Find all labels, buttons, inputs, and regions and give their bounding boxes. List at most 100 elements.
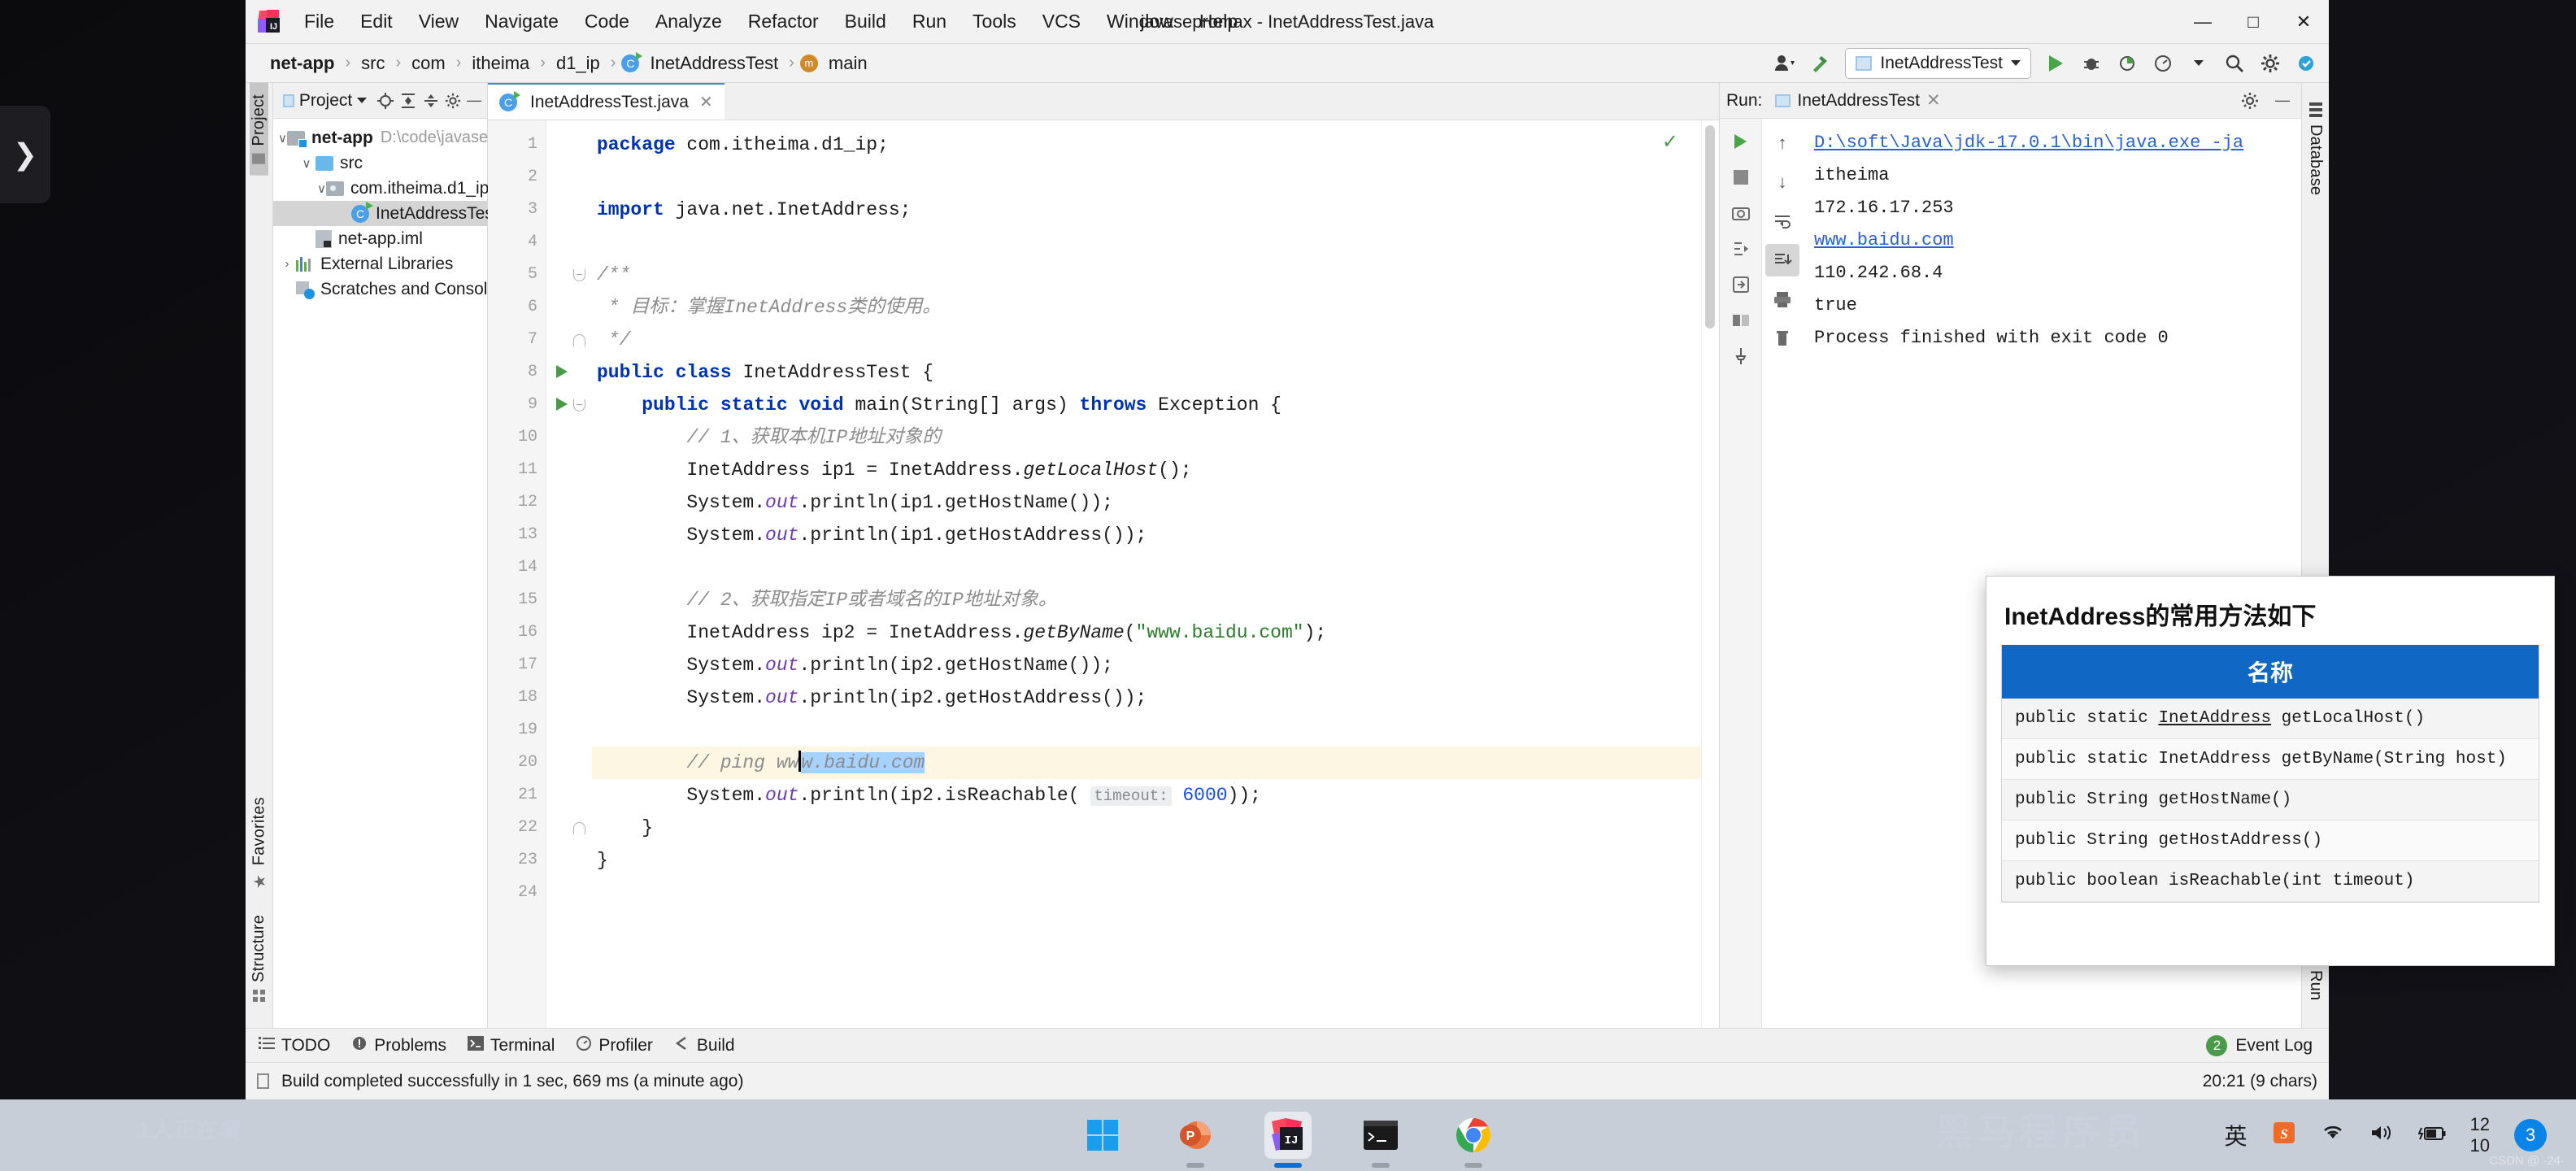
debug-icon[interactable] bbox=[2075, 47, 2108, 80]
twisty-icon[interactable]: ∨ bbox=[317, 181, 326, 196]
run-gutter-icon[interactable] bbox=[556, 398, 568, 411]
run-panel-tab[interactable]: InetAddressTest ✕ bbox=[1770, 87, 1945, 114]
console-line[interactable]: www.baidu.com bbox=[1814, 224, 2301, 257]
menu-edit[interactable]: Edit bbox=[347, 6, 406, 37]
tree-item-scratches[interactable]: Scratches and Consoles bbox=[273, 276, 506, 302]
menu-build[interactable]: Build bbox=[832, 6, 899, 37]
twisty-icon[interactable]: › bbox=[278, 257, 296, 271]
wifi-icon[interactable] bbox=[2321, 1122, 2345, 1148]
gear-icon[interactable] bbox=[2238, 89, 2262, 113]
code-editor-area[interactable]: package com.itheima.d1_ip; import java.n… bbox=[592, 120, 1701, 1028]
sogou-input-icon[interactable]: S bbox=[2272, 1121, 2296, 1151]
search-icon[interactable] bbox=[2218, 47, 2251, 80]
breadcrumb-item-net-app[interactable]: net-app bbox=[265, 51, 339, 76]
soft-wrap-icon[interactable] bbox=[1765, 205, 1799, 237]
minimize-button[interactable]: — bbox=[2178, 0, 2228, 44]
chevron-down-icon[interactable] bbox=[357, 98, 368, 103]
event-log-area[interactable]: 2 Event Log bbox=[2206, 1034, 2313, 1056]
user-icon[interactable] bbox=[1769, 47, 1801, 80]
breadcrumb-item-itheima[interactable]: itheima bbox=[467, 51, 534, 76]
tree-item-iml[interactable]: net-app.iml bbox=[273, 226, 487, 251]
sidebar-item-database[interactable]: Database bbox=[2306, 91, 2325, 207]
powerpoint-icon[interactable]: P bbox=[1172, 1112, 1219, 1168]
twisty-icon[interactable]: ∨ bbox=[278, 131, 287, 146]
intellij-idea-icon[interactable]: IJ bbox=[1264, 1112, 1312, 1168]
terminal-icon[interactable] bbox=[1357, 1112, 1404, 1168]
caret-position[interactable]: 20:21 (9 chars) bbox=[2203, 1072, 2317, 1091]
menu-refactor[interactable]: Refactor bbox=[735, 6, 832, 37]
trash-icon[interactable] bbox=[1765, 322, 1799, 355]
collapse-all-icon[interactable] bbox=[422, 89, 440, 113]
camera-icon[interactable] bbox=[1724, 197, 1758, 229]
menu-view[interactable]: View bbox=[406, 6, 472, 37]
layout-icon[interactable] bbox=[1724, 304, 1758, 337]
tree-item-src[interactable]: ∨ src bbox=[273, 150, 487, 176]
sidebar-item-structure[interactable]: Structure bbox=[250, 903, 268, 1013]
console-line[interactable]: D:\soft\Java\jdk-17.0.1\bin\java.exe -ja bbox=[1814, 127, 2301, 159]
thread-dump-icon[interactable] bbox=[1724, 233, 1758, 265]
settings-gear-icon[interactable] bbox=[2254, 47, 2287, 80]
editor-scrollbar[interactable] bbox=[1701, 120, 1719, 1028]
breadcrumb-item-class[interactable]: InetAddressTest bbox=[645, 51, 783, 76]
fold-marker-icon[interactable]: − bbox=[573, 269, 585, 281]
run-gutter-icon[interactable] bbox=[556, 365, 568, 378]
expand-all-icon[interactable] bbox=[399, 89, 417, 113]
windows-start-icon[interactable] bbox=[1079, 1112, 1126, 1159]
stop-icon[interactable] bbox=[1724, 161, 1758, 194]
tool-window-build[interactable]: Build bbox=[674, 1035, 735, 1056]
menu-analyze[interactable]: Analyze bbox=[642, 6, 735, 37]
project-settings-gear-icon[interactable] bbox=[445, 89, 461, 113]
scroll-to-end-icon[interactable] bbox=[1765, 244, 1799, 276]
ime-english-icon[interactable]: 英 bbox=[2225, 1119, 2247, 1151]
run-button[interactable] bbox=[2039, 47, 2072, 80]
close-icon[interactable]: ✕ bbox=[1926, 90, 1941, 111]
tree-item-net-app[interactable]: ∨ net-app D:\code\javasepromax\net-app bbox=[273, 125, 602, 150]
menu-code[interactable]: Code bbox=[572, 6, 642, 37]
menu-navigate[interactable]: Navigate bbox=[472, 6, 572, 37]
hide-panel-icon[interactable]: — bbox=[466, 89, 482, 113]
battery-charging-icon[interactable] bbox=[2417, 1122, 2446, 1148]
breadcrumb-item-src[interactable]: src bbox=[356, 51, 389, 76]
print-icon[interactable] bbox=[1765, 283, 1799, 316]
run-with-coverage-icon[interactable] bbox=[2111, 47, 2143, 80]
tree-item-external-libraries[interactable]: › External Libraries bbox=[273, 251, 487, 276]
sidebar-item-run[interactable]: Run bbox=[2306, 959, 2325, 1012]
export-icon[interactable] bbox=[1724, 268, 1758, 301]
up-arrow-icon[interactable]: ↑ bbox=[1765, 127, 1799, 159]
rerun-icon[interactable] bbox=[1724, 125, 1758, 158]
run-configuration-selector[interactable]: InetAddressTest bbox=[1845, 47, 2031, 79]
sidebar-item-favorites[interactable]: ★ Favorites bbox=[249, 786, 268, 903]
twisty-icon[interactable]: ∨ bbox=[298, 156, 315, 171]
sidebar-item-project[interactable]: Project bbox=[250, 83, 268, 176]
breadcrumb-item-com[interactable]: com bbox=[407, 51, 450, 76]
scrollbar-thumb[interactable] bbox=[1705, 125, 1715, 329]
tool-window-terminal[interactable]: Terminal bbox=[468, 1035, 555, 1056]
maximize-button[interactable]: □ bbox=[2228, 0, 2278, 44]
tool-window-todo[interactable]: TODO bbox=[259, 1036, 330, 1056]
pin-icon[interactable] bbox=[1724, 340, 1758, 372]
tree-item-inetaddresstest[interactable]: C InetAddressTest bbox=[273, 201, 498, 226]
inspection-status-icon[interactable]: ✓ bbox=[1662, 130, 1678, 154]
build-hammer-icon[interactable] bbox=[1804, 47, 1837, 80]
breadcrumb-item-d1-ip[interactable]: d1_ip bbox=[551, 51, 605, 76]
tab-inetaddresstest-java[interactable]: C InetAddressTest.java ✕ bbox=[488, 82, 724, 120]
menu-tools[interactable]: Tools bbox=[959, 6, 1029, 37]
desktop-side-arrow-tab[interactable]: ❯ bbox=[0, 106, 50, 203]
tool-window-problems[interactable]: Problems bbox=[351, 1035, 446, 1056]
menu-file[interactable]: File bbox=[291, 6, 347, 37]
profiler-icon[interactable] bbox=[2147, 47, 2179, 80]
close-icon[interactable]: ✕ bbox=[699, 92, 713, 112]
breadcrumb-item-main[interactable]: main bbox=[824, 51, 872, 76]
fold-marker-icon[interactable]: − bbox=[573, 399, 585, 411]
fold-marker-icon[interactable] bbox=[573, 334, 585, 346]
menu-vcs[interactable]: VCS bbox=[1029, 6, 1094, 37]
menu-run[interactable]: Run bbox=[899, 6, 959, 37]
google-chrome-icon[interactable] bbox=[1450, 1112, 1497, 1168]
volume-icon[interactable] bbox=[2369, 1122, 2394, 1148]
chevron-down-icon[interactable] bbox=[2182, 47, 2215, 80]
notification-badge[interactable]: 3 bbox=[2514, 1119, 2547, 1151]
down-arrow-icon[interactable]: ↓ bbox=[1765, 166, 1799, 198]
tool-window-profiler[interactable]: Profiler bbox=[576, 1035, 653, 1056]
minimize-icon[interactable]: — bbox=[2270, 89, 2295, 113]
fold-marker-icon[interactable] bbox=[573, 822, 585, 834]
